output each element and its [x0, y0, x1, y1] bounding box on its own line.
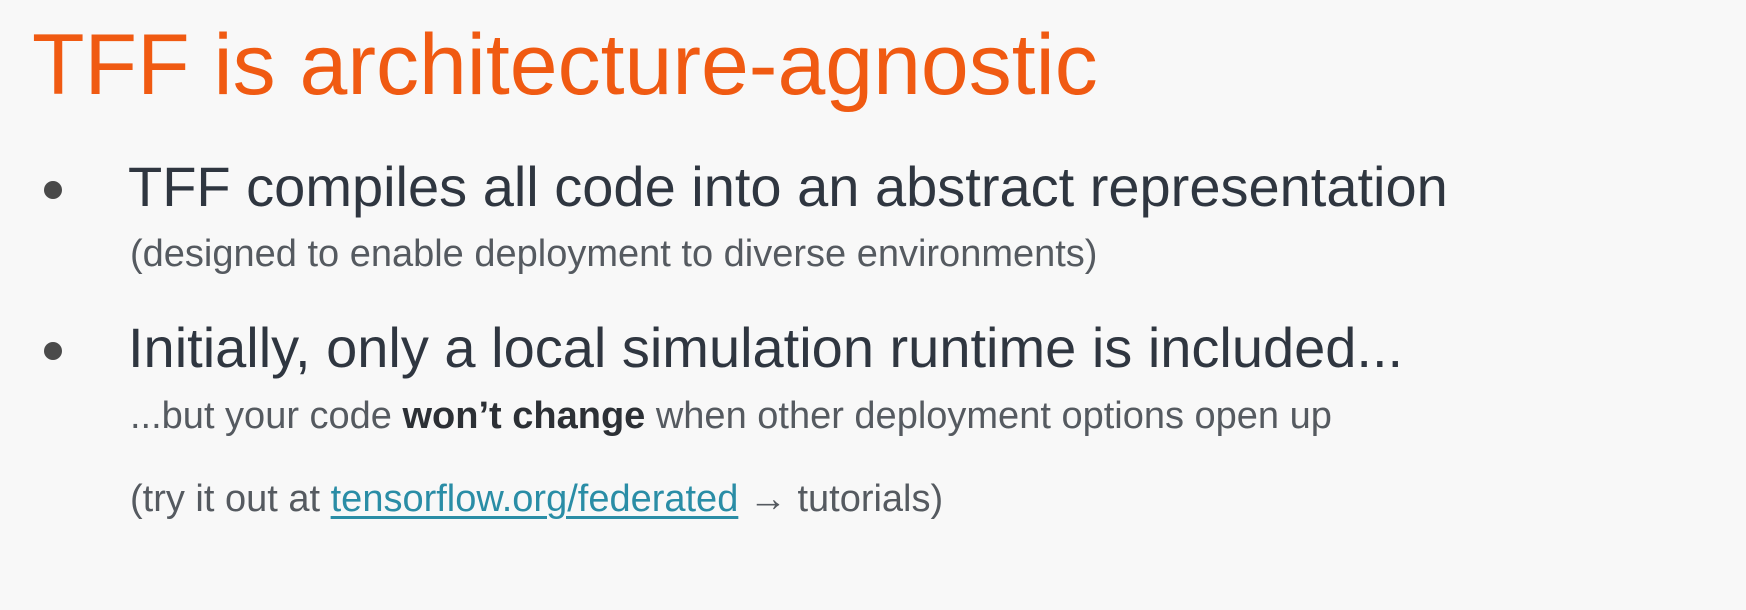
bullet-text-1: TFF compiles all code into an abstract r… [128, 155, 1448, 218]
footer-suffix: → tutorials) [738, 478, 944, 520]
bullet-text-2: Initially, only a local simulation runti… [128, 316, 1404, 379]
slide: TFF is architecture-agnostic TFF compile… [0, 0, 1746, 610]
tensorflow-federated-link[interactable]: tensorflow.org/federated [331, 478, 739, 520]
bullet-dot-1 [44, 181, 62, 199]
bullet-dot-2 [44, 342, 62, 360]
subtext-suffix: when other deployment options open up [645, 395, 1332, 437]
subtext-prefix: ...but your code [130, 395, 403, 437]
bullet-subtext-2: ...but your code won’t change when other… [130, 395, 1332, 439]
slide-title: TFF is architecture-agnostic [32, 17, 1098, 113]
footer-note: (try it out at tensorflow.org/federated … [130, 478, 943, 522]
subtext-bold: won’t change [402, 395, 646, 437]
bullet-subtext-1: (designed to enable deployment to divers… [130, 233, 1098, 275]
footer-prefix: (try it out at [130, 478, 331, 520]
